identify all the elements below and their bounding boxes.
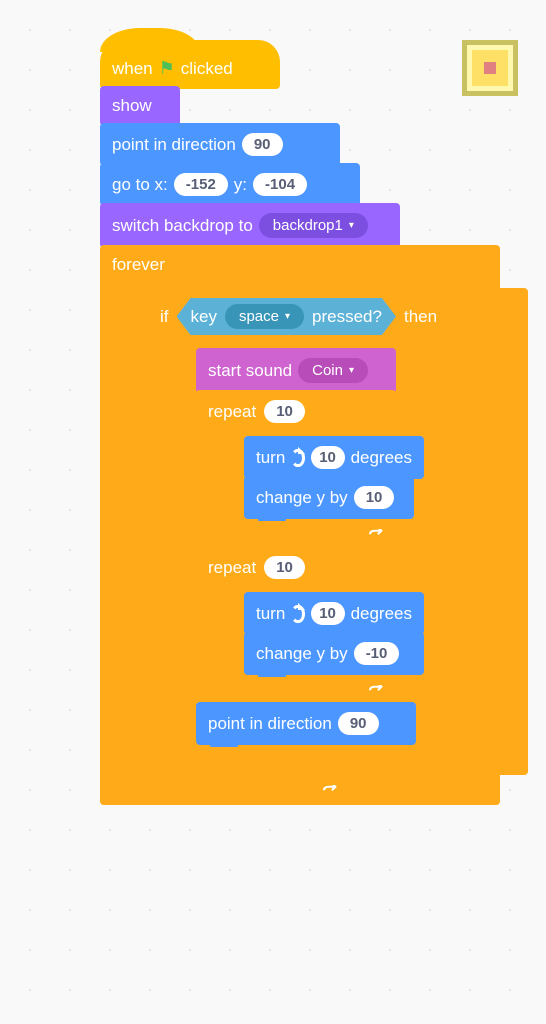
- change-y-block-1[interactable]: change y by 10: [244, 476, 414, 519]
- change-y-block-2[interactable]: change y by -10: [244, 632, 424, 675]
- key-label: key: [191, 307, 217, 327]
- forever-body: if key space ▾ pressed? then: [116, 285, 500, 777]
- turn-cw-block-2[interactable]: turn 10 degrees: [244, 592, 424, 635]
- repeat2-label: repeat: [208, 558, 256, 578]
- if-body: start sound Coin ▾ repeat 10: [164, 345, 528, 747]
- key-dropdown[interactable]: space ▾: [225, 304, 304, 329]
- repeat1-input[interactable]: 10: [264, 400, 305, 423]
- hat-suffix: clicked: [181, 59, 233, 79]
- turn2-label: turn: [256, 604, 285, 624]
- changey2-label: change y by: [256, 644, 348, 664]
- if-label: if: [160, 307, 169, 327]
- changey1-input[interactable]: 10: [354, 486, 395, 509]
- backdrop-value: backdrop1: [273, 217, 343, 234]
- chevron-down-icon: ▾: [349, 220, 354, 231]
- repeat1-body: turn 10 degrees change y by 10: [212, 433, 396, 521]
- repeat1-label: repeat: [208, 402, 256, 422]
- key-pressed-boolean[interactable]: key space ▾ pressed?: [177, 298, 396, 335]
- sound-dropdown[interactable]: Coin ▾: [298, 358, 368, 383]
- point-dir-label: point in direction: [112, 135, 236, 155]
- y-input[interactable]: -104: [253, 173, 307, 196]
- switch-backdrop-label: switch backdrop to: [112, 216, 253, 236]
- repeat-block-2[interactable]: repeat 10 turn 10 d: [196, 546, 396, 705]
- show-block[interactable]: show: [100, 86, 180, 126]
- backdrop-dropdown[interactable]: backdrop1 ▾: [259, 213, 368, 238]
- forever-label: forever: [112, 255, 165, 275]
- direction-input[interactable]: 90: [242, 133, 283, 156]
- point-in-direction-block[interactable]: point in direction 90: [100, 123, 340, 166]
- loop-arrow-icon: [368, 529, 386, 543]
- key-value: space: [239, 308, 279, 325]
- pressed-label: pressed?: [312, 307, 382, 327]
- if-header: if key space ▾ pressed? then: [148, 288, 528, 345]
- turn1-suffix: degrees: [351, 448, 412, 468]
- chevron-down-icon: ▾: [285, 311, 290, 322]
- changey2-input[interactable]: -10: [354, 642, 400, 665]
- show-label: show: [112, 96, 152, 116]
- direction-input-2[interactable]: 90: [338, 712, 379, 735]
- repeat2-footer: [196, 677, 396, 705]
- when-flag-clicked-block[interactable]: when ⚑ clicked: [100, 40, 280, 89]
- turn2-suffix: degrees: [351, 604, 412, 624]
- point-dir2-label: point in direction: [208, 714, 332, 734]
- turn1-label: turn: [256, 448, 285, 468]
- clockwise-icon: [291, 449, 304, 467]
- sound-value: Coin: [312, 362, 343, 379]
- repeat2-header: repeat 10: [196, 546, 396, 589]
- point-in-direction-block-2[interactable]: point in direction 90: [196, 702, 416, 745]
- goto-label-y: y:: [234, 175, 247, 195]
- then-label: then: [404, 307, 437, 327]
- chevron-down-icon: ▾: [349, 365, 354, 376]
- loop-arrow-icon: [322, 785, 340, 799]
- clockwise-icon: [291, 605, 304, 623]
- loop-arrow-icon: [368, 685, 386, 699]
- repeat1-footer: [196, 521, 396, 549]
- forever-footer: [100, 777, 500, 805]
- if-footer: [148, 747, 528, 775]
- start-sound-block[interactable]: start sound Coin ▾: [196, 348, 396, 393]
- turn2-input[interactable]: 10: [311, 602, 345, 625]
- forever-header: forever: [100, 245, 500, 285]
- turn1-input[interactable]: 10: [311, 446, 345, 469]
- start-sound-label: start sound: [208, 361, 292, 381]
- goto-label-x: go to x:: [112, 175, 168, 195]
- if-block[interactable]: if key space ▾ pressed? then: [148, 288, 528, 775]
- switch-backdrop-block[interactable]: switch backdrop to backdrop1 ▾: [100, 203, 400, 248]
- forever-block[interactable]: forever if key space ▾ pressed?: [100, 245, 500, 805]
- go-to-xy-block[interactable]: go to x: -152 y: -104: [100, 163, 360, 206]
- hat-prefix: when: [112, 59, 153, 79]
- script-stack: when ⚑ clicked show point in direction 9…: [100, 40, 520, 805]
- repeat2-body: turn 10 degrees change y by -10: [212, 589, 396, 677]
- x-input[interactable]: -152: [174, 173, 228, 196]
- repeat2-input[interactable]: 10: [264, 556, 305, 579]
- repeat-block-1[interactable]: repeat 10 turn 10 d: [196, 390, 396, 549]
- changey1-label: change y by: [256, 488, 348, 508]
- repeat1-header: repeat 10: [196, 390, 396, 433]
- green-flag-icon: ⚑: [159, 58, 175, 79]
- turn-cw-block-1[interactable]: turn 10 degrees: [244, 436, 424, 479]
